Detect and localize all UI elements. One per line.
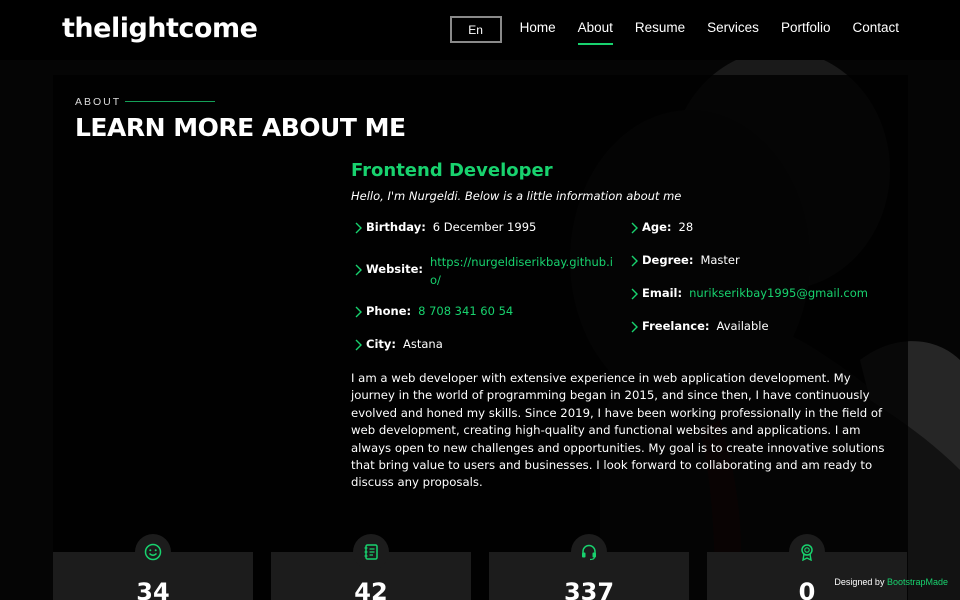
info-email: Email: nurikserikbay1995@gmail.com (627, 286, 868, 301)
smiley-icon (135, 534, 171, 570)
info-label: Website: (366, 262, 423, 276)
language-button[interactable]: En (449, 16, 502, 43)
info-value: Master (700, 253, 740, 267)
chevron-right-icon (631, 321, 638, 333)
chevron-right-icon (631, 288, 638, 300)
phone-link[interactable]: 8 708 341 60 54 (418, 304, 513, 318)
nav-resume[interactable]: Resume (635, 20, 685, 39)
journal-icon (353, 534, 389, 570)
bio-paragraph: I am a web developer with extensive expe… (351, 371, 885, 490)
info-label: Degree: (642, 253, 694, 267)
info-label: Email: (642, 286, 683, 300)
info-value: Available (716, 319, 769, 333)
nav-portfolio[interactable]: Portfolio (781, 20, 831, 39)
stat-value: 337 (563, 578, 615, 600)
site-header: thelightcome En Home About Resume Servic… (0, 0, 960, 60)
nav-about[interactable]: About (577, 20, 614, 45)
chevron-right-icon (355, 264, 362, 276)
section-title: LEARN MORE ABOUT ME (75, 113, 406, 142)
info-label: Age: (642, 220, 672, 234)
chevron-right-icon (631, 222, 638, 234)
info-label: City: (366, 337, 396, 351)
info-website: Website: https://nurgeldiserikbay.github… (351, 253, 613, 289)
nav-services[interactable]: Services (707, 20, 759, 39)
award-icon (789, 534, 825, 570)
info-birthday: Birthday: 6 December 1995 (351, 220, 536, 235)
chevron-right-icon (355, 306, 362, 318)
info-label: Birthday: (366, 220, 426, 234)
chevron-right-icon (355, 222, 362, 234)
info-value: Astana (402, 337, 443, 351)
info-degree: Degree: Master (627, 253, 740, 268)
main-nav: En Home About Resume Services Portfolio … (449, 16, 899, 45)
stat-value: 34 (136, 578, 170, 600)
section-subtitle-line (125, 101, 215, 102)
info-phone: Phone: 8 708 341 60 54 (351, 304, 513, 319)
credits-brand-link[interactable]: BootstrapMade (887, 577, 948, 587)
website-link[interactable]: https://nurgeldiserikbay.github.i o/ (430, 253, 613, 289)
role-title: Frontend Developer (351, 160, 553, 181)
site-logo[interactable]: thelightcome (62, 13, 258, 44)
info-freelance: Freelance: Available (627, 319, 769, 334)
info-value: 6 December 1995 (432, 220, 537, 234)
about-content: Frontend Developer Hello, I'm Nurgeldi. … (351, 160, 891, 203)
intro-text: Hello, I'm Nurgeldi. Below is a little i… (351, 189, 682, 203)
stat-value: 42 (354, 578, 388, 600)
chevron-right-icon (355, 339, 362, 351)
email-link[interactable]: nurikserikbay1995@gmail.com (689, 286, 868, 300)
info-age: Age: 28 (627, 220, 693, 235)
info-label: Freelance: (642, 319, 710, 333)
about-section (53, 75, 908, 600)
credits-text: Designed by BootstrapMade (834, 577, 948, 587)
chevron-right-icon (631, 255, 638, 267)
section-subtitle: ABOUT (75, 96, 122, 108)
info-city: City: Astana (351, 337, 443, 352)
info-label: Phone: (366, 304, 412, 318)
headset-icon (571, 534, 607, 570)
nav-contact[interactable]: Contact (852, 20, 899, 39)
nav-home[interactable]: Home (520, 20, 556, 39)
info-value: 28 (678, 220, 694, 234)
